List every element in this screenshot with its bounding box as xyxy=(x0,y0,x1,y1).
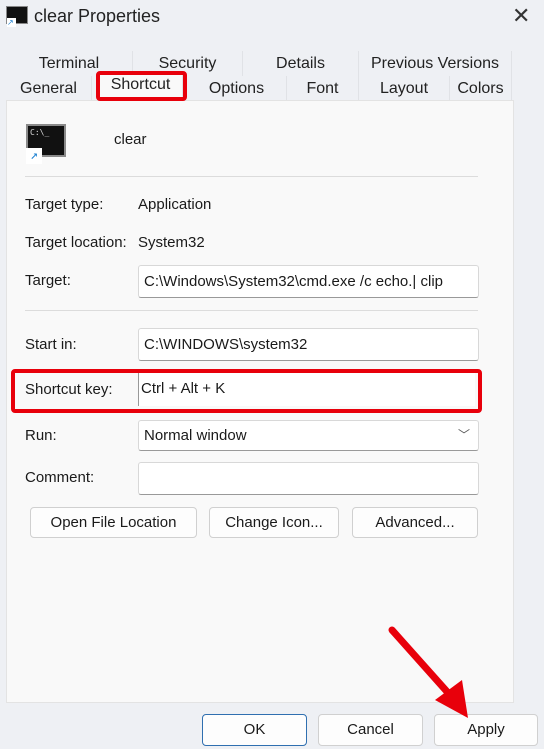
target-input[interactable]: C:\Windows\System32\cmd.exe /c echo.| cl… xyxy=(138,265,479,298)
tab-details[interactable]: Details xyxy=(243,51,359,76)
target-location-label: Target location: xyxy=(25,234,127,251)
shortcut-name: clear xyxy=(114,131,147,148)
target-location-value: System32 xyxy=(138,234,205,251)
run-label: Run: xyxy=(25,427,57,444)
target-type-label: Target type: xyxy=(25,196,104,213)
start-in-input[interactable]: C:\WINDOWS\system32 xyxy=(138,328,479,361)
start-in-label: Start in: xyxy=(25,336,77,353)
run-select-value: Normal window xyxy=(144,427,247,444)
tab-general[interactable]: General xyxy=(6,76,92,101)
advanced-button[interactable]: Advanced... xyxy=(352,507,478,538)
tab-colors[interactable]: Colors xyxy=(450,76,512,101)
comment-label: Comment: xyxy=(25,469,95,486)
target-label: Target: xyxy=(25,272,71,289)
tab-font[interactable]: Font xyxy=(287,76,359,101)
app-icon: ↗ xyxy=(6,6,28,27)
arrow-annotation-icon xyxy=(388,626,468,718)
ok-button[interactable]: OK xyxy=(202,714,307,746)
chevron-down-icon: ﹀ xyxy=(457,428,470,442)
tab-layout[interactable]: Layout xyxy=(359,76,450,101)
shortcut-icon: C:\_ ↗ xyxy=(26,124,66,164)
open-file-location-button[interactable]: Open File Location xyxy=(30,507,197,538)
comment-input[interactable] xyxy=(138,462,479,495)
window-title: clear Properties xyxy=(34,6,161,26)
change-icon-button[interactable]: Change Icon... xyxy=(209,507,339,538)
tab-options[interactable]: Options xyxy=(187,76,287,101)
close-icon[interactable]: ✕ xyxy=(512,3,530,29)
run-select[interactable]: Normal window ﹀ xyxy=(138,420,479,451)
shortcut-key-highlight xyxy=(11,369,482,413)
tab-previous-versions[interactable]: Previous Versions xyxy=(359,51,512,76)
shortcut-tab-highlight xyxy=(96,71,187,101)
separator xyxy=(25,310,478,311)
separator xyxy=(25,176,478,177)
target-type-value: Application xyxy=(138,196,212,213)
